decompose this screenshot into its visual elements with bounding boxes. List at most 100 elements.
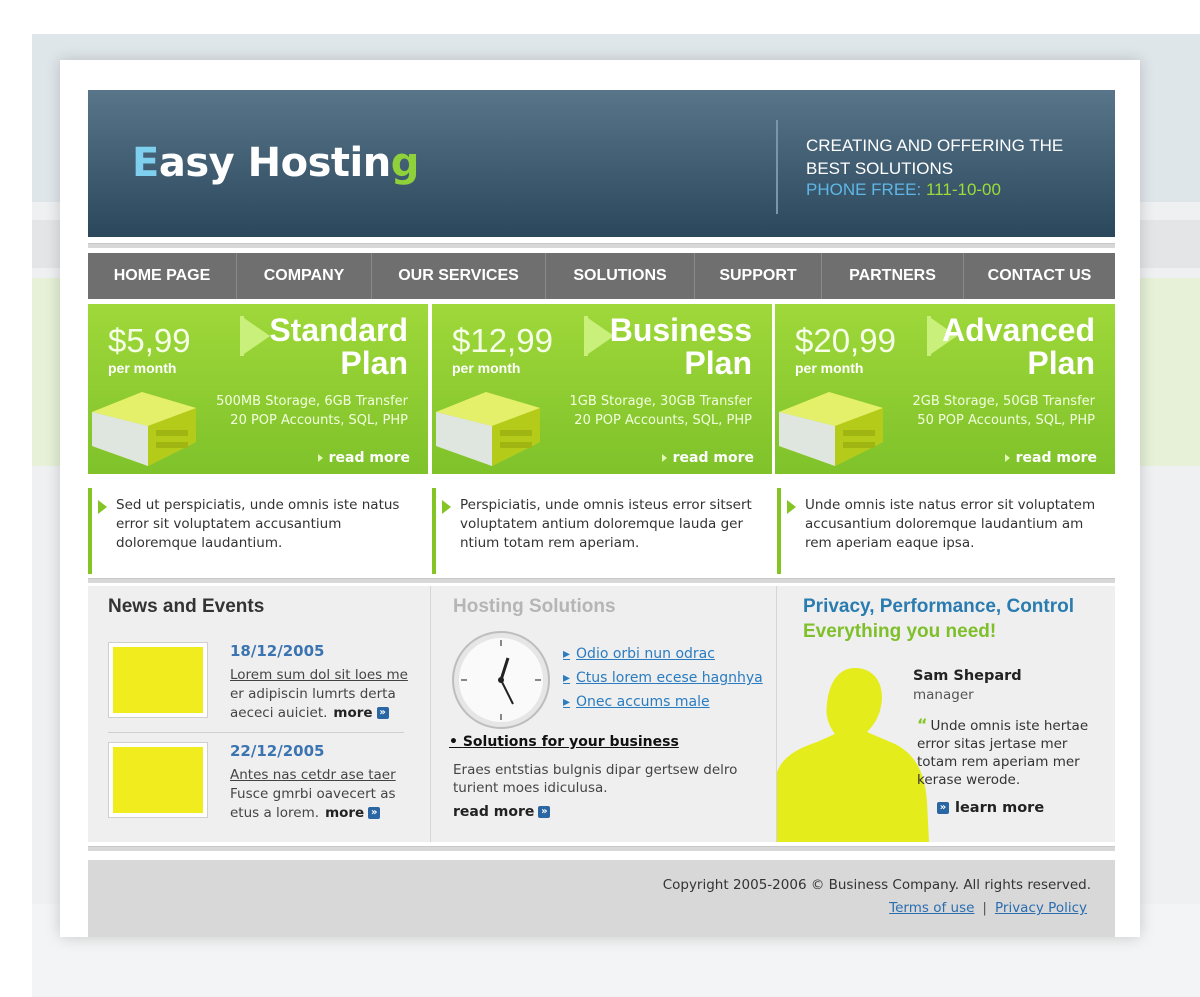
news-link[interactable]: Lorem sum dol sit loes me (230, 667, 408, 683)
privacy-link[interactable]: Privacy Policy (995, 900, 1087, 916)
more-link[interactable]: more» (333, 705, 389, 721)
logo-letter-e: E (132, 140, 159, 186)
news-thumbnail[interactable] (108, 742, 208, 818)
nav-support[interactable]: SUPPORT (695, 253, 822, 299)
plan-features: 2GB Storage, 50GB Transfer 50 POP Account… (865, 392, 1095, 430)
more-link[interactable]: more» (325, 805, 381, 821)
plan-feature-1: 2GB Storage, 50GB Transfer (912, 394, 1095, 409)
server-icon (436, 392, 540, 466)
header-divider (776, 120, 778, 214)
site-header: Easy Hosting CREATING AND OFFERING THE B… (88, 90, 1115, 237)
plan-feature-2: 20 POP Accounts, SQL, PHP (230, 413, 408, 428)
phone-number: 111-10-00 (925, 180, 1001, 199)
plan-title-line1: Advanced (942, 312, 1095, 348)
testimonial: “Unde omnis iste hertae error sitas jert… (917, 715, 1089, 789)
description-text: Perspiciatis, unde omnis isteus error si… (460, 497, 752, 551)
news-text: Lorem sum dol sit loes me er adipiscin lu… (230, 667, 408, 721)
plan-features: 500MB Storage, 6GB Transfer 20 POP Accoun… (178, 392, 408, 430)
main-nav: HOME PAGE COMPANY OUR SERVICES SOLUTIONS… (88, 253, 1115, 299)
hosting-title: Hosting Solutions (453, 596, 616, 617)
plan-title-line1: Standard (269, 312, 408, 348)
person-role: manager (913, 687, 974, 703)
plans-row: $5,99 per month Standard Plan 500MB Stora… (88, 304, 1115, 474)
news-text: Antes nas cetdr ase taer Fusce gmrbi oave… (230, 767, 396, 821)
news-date: 22/12/2005 (230, 742, 325, 760)
plan-description: Sed ut perspiciatis, unde omnis iste nat… (88, 488, 424, 574)
nav-contact-us[interactable]: CONTACT US (964, 253, 1115, 299)
plan-title-line1: Business (609, 312, 752, 348)
copyright: Copyright 2005-2006 © Business Company. … (662, 877, 1091, 893)
plan-feature-2: 50 POP Accounts, SQL, PHP (917, 413, 1095, 428)
footer-rule (88, 846, 1115, 851)
nav-our-services[interactable]: OUR SERVICES (372, 253, 546, 299)
description-text: Unde omnis iste natus error sit voluptat… (805, 497, 1096, 551)
learn-more-link[interactable]: » learn more (937, 800, 1044, 816)
nav-partners[interactable]: PARTNERS (822, 253, 964, 299)
news-title: News and Events (108, 596, 265, 617)
plan-feature-1: 1GB Storage, 30GB Transfer (569, 394, 752, 409)
plan-descriptions: Sed ut perspiciatis, unde omnis iste nat… (88, 488, 1115, 574)
plan-title-line2: Plan (340, 345, 408, 381)
read-more-link[interactable]: read more (1004, 450, 1097, 466)
plan-standard: $5,99 per month Standard Plan 500MB Stora… (88, 304, 428, 474)
hosting-link[interactable]: Onec accums male (563, 690, 763, 714)
logo[interactable]: Easy Hosting (132, 140, 419, 186)
plan-price: $5,99 (108, 322, 191, 359)
header-rule (88, 243, 1115, 248)
read-more-link[interactable]: read more (661, 450, 754, 466)
plan-feature-1: 500MB Storage, 6GB Transfer (216, 394, 408, 409)
plan-title-line2: Plan (1027, 345, 1095, 381)
plan-title: Standard Plan (269, 314, 408, 380)
logo-letter-g: g (390, 140, 420, 186)
arrow-right-icon: » (376, 707, 389, 719)
quote-icon: “ (917, 715, 928, 734)
plan-period: per month (795, 360, 864, 376)
news-thumbnail[interactable] (108, 642, 208, 718)
nav-solutions[interactable]: SOLUTIONS (546, 253, 695, 299)
news-link[interactable]: Antes nas cetdr ase taer (230, 767, 396, 783)
plan-feature-2: 20 POP Accounts, SQL, PHP (574, 413, 752, 428)
nav-home-page[interactable]: HOME PAGE (88, 253, 237, 299)
plan-period: per month (108, 360, 177, 376)
plan-title: Advanced Plan (942, 314, 1095, 380)
plan-price: $12,99 (452, 322, 553, 359)
plan-advanced: $20,99 per month Advanced Plan 2GB Storag… (775, 304, 1115, 474)
news-divider (108, 732, 404, 733)
footer-separator: | (982, 900, 987, 916)
nav-company[interactable]: COMPANY (237, 253, 372, 299)
privacy-title: Privacy, Performance, Control (803, 596, 1075, 617)
plan-business: $12,99 per month Business Plan 1GB Storag… (432, 304, 772, 474)
description-text: Sed ut perspiciatis, unde omnis iste nat… (116, 497, 400, 551)
plan-features: 1GB Storage, 30GB Transfer 20 POP Account… (522, 392, 752, 430)
arrow-right-icon: » (937, 802, 949, 814)
plan-price: $20,99 (795, 322, 896, 359)
page-card: Easy Hosting CREATING AND OFFERING THE B… (60, 60, 1140, 937)
plan-description: Unde omnis iste natus error sit voluptat… (777, 488, 1113, 574)
hosting-link[interactable]: Ctus lorem ecese hagnhya (563, 666, 763, 690)
hosting-column: Hosting Solutions Odio orbi nun odrac Ct… (431, 586, 777, 842)
hosting-link[interactable]: Odio orbi nun odrac (563, 642, 763, 666)
arrow-right-icon: » (368, 807, 381, 819)
header-phone: PHONE FREE: 111-10-00 (806, 180, 1001, 200)
plan-title: Business Plan (610, 314, 752, 380)
play-arrow-icon (244, 318, 270, 354)
hosting-links: Odio orbi nun odrac Ctus lorem ecese hag… (563, 642, 763, 714)
plan-description: Perspiciatis, unde omnis isteus error si… (432, 488, 768, 574)
privacy-column: Privacy, Performance, Control Everything… (777, 586, 1115, 842)
phone-label: PHONE FREE: (806, 180, 922, 199)
logo-text: asy Hostin (158, 140, 391, 186)
footer-links: Terms of use | Privacy Policy (889, 900, 1087, 916)
site-footer: Copyright 2005-2006 © Business Company. … (88, 860, 1115, 937)
person-name: Sam Shepard (913, 668, 1022, 684)
read-more-link[interactable]: read more (317, 450, 410, 466)
solutions-heading[interactable]: • Solutions for your business (449, 734, 679, 750)
terms-link[interactable]: Terms of use (889, 900, 974, 916)
bullet-arrow-icon (98, 500, 107, 514)
arrow-right-icon: » (538, 806, 551, 818)
read-more-link[interactable]: read more» (453, 804, 551, 820)
clock-icon (452, 631, 550, 729)
server-icon (779, 392, 883, 466)
solutions-text: Eraes entstias bulgnis dipar gertsew del… (453, 762, 738, 796)
news-date: 18/12/2005 (230, 642, 325, 660)
plan-title-line2: Plan (684, 345, 752, 381)
